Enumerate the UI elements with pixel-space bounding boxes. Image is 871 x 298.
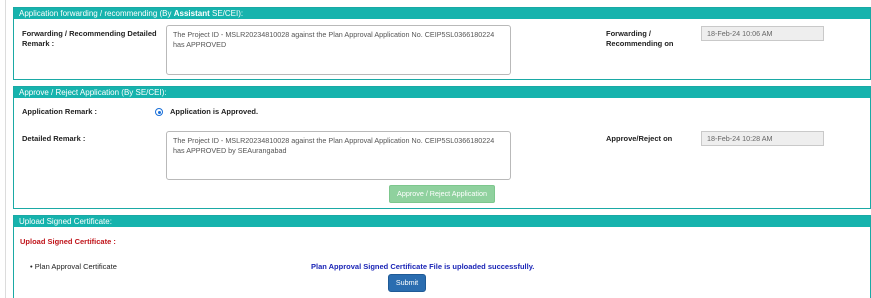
approve-reject-date-label: Approve/Reject on [606,134,673,143]
forwarding-panel-header: Application forwarding / recommending (B… [14,8,870,19]
forwarding-remark-textarea[interactable]: The Project ID - MSLR20234810028 against… [166,25,511,75]
upload-certificate-panel: Upload Signed Certificate: Upload Signed… [13,215,871,298]
upload-certificate-panel-header: Upload Signed Certificate: [14,216,870,227]
approve-reject-date-field[interactable]: 18-Feb-24 10:28 AM [701,131,824,146]
certificate-list-item: • Plan Approval Certificate [30,262,117,272]
left-border-line [5,0,6,298]
detailed-remark-textarea[interactable]: The Project ID - MSLR20234810028 against… [166,131,511,180]
forwarding-remark-label: Forwarding / Recommending Detailed Remar… [22,29,157,48]
certificate-label: Plan Approval Certificate [34,262,117,271]
detailed-remark-label: Detailed Remark : [22,134,86,143]
forwarding-date-field[interactable]: 18-Feb-24 10:06 AM [701,26,824,41]
approved-radio-label: Application is Approved. [170,107,259,116]
application-remark-label: Application Remark : [22,107,98,116]
approve-reject-panel-header: Approve / Reject Application (By SE/CEI)… [14,87,870,98]
approve-reject-button[interactable]: Approve / Reject Application [389,185,495,203]
approve-reject-panel: Approve / Reject Application (By SE/CEI)… [13,86,871,209]
upload-success-message: Plan Approval Signed Certificate File is… [311,262,535,271]
bullet-icon: • [30,262,33,271]
approved-radio[interactable] [155,108,163,116]
forwarding-panel: Application forwarding / recommending (B… [13,7,871,80]
submit-button[interactable]: Submit [388,274,426,292]
forwarding-date-label: Forwarding / Recommending on [606,29,674,48]
upload-section-label: Upload Signed Certificate : [20,237,116,246]
